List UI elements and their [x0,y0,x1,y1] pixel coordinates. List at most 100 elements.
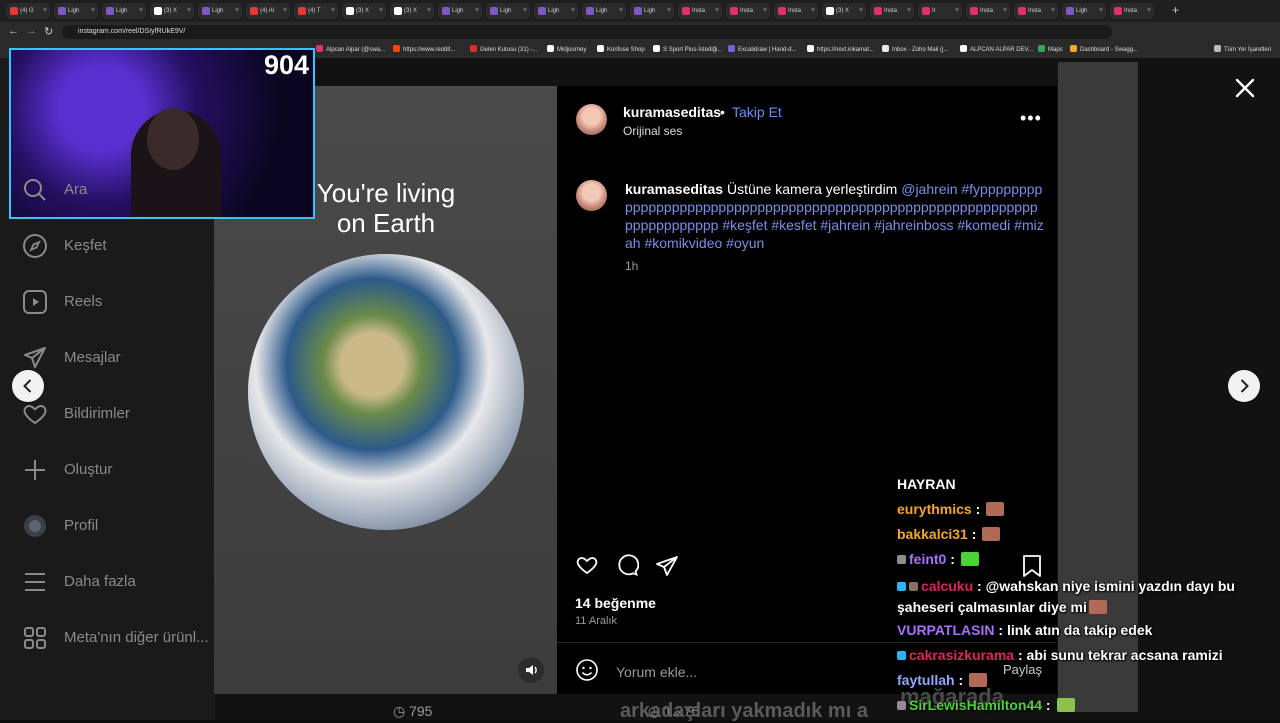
tab-close-icon[interactable]: × [619,3,623,19]
tab-close-icon[interactable]: × [1003,3,1007,19]
browser-tab[interactable]: (3) X × [342,3,386,19]
browser-tab[interactable]: Insta × [870,3,914,19]
tab-close-icon[interactable]: × [763,3,767,19]
sidebar-item-apps[interactable]: Meta'nın diğer ürünl... [22,624,212,652]
caption-mention[interactable]: @jahrein [901,181,957,197]
close-icon[interactable] [1233,76,1257,100]
browser-tab[interactable]: (4) T × [294,3,338,19]
browser-tab[interactable]: Ligh × [102,3,146,19]
caption-username[interactable]: kuramaseditas [625,181,723,197]
tab-close-icon[interactable]: × [955,3,959,19]
tab-close-icon[interactable]: × [139,3,143,19]
bookmark-item[interactable]: Konfuse Shop [597,45,645,53]
tab-close-icon[interactable]: × [1099,3,1103,19]
tab-close-icon[interactable]: × [523,3,527,19]
browser-tab[interactable]: Ir × [918,3,962,19]
sidebar-item-heart[interactable]: Bildirimler [22,400,212,428]
browser-tab[interactable]: Insta × [966,3,1010,19]
audio-label[interactable]: Orijinal ses [623,124,682,138]
tab-close-icon[interactable]: × [811,3,815,19]
new-tab-icon[interactable]: + [1172,3,1179,17]
tab-close-icon[interactable]: × [235,3,239,19]
browser-tab[interactable]: (4) G × [6,3,50,19]
bookmark-item[interactable]: https://www.reddit... [393,45,455,53]
apps-icon [24,627,46,649]
caption-avatar[interactable] [576,180,607,211]
browser-tab[interactable]: Insta × [726,3,770,19]
browser-tab[interactable]: Ligh × [54,3,98,19]
like-count[interactable]: 14 beğenme [575,595,656,611]
browser-tab[interactable]: Insta × [774,3,818,19]
sidebar-item-compass[interactable]: Keşfet [22,232,212,260]
bookmark-item[interactable]: Dashboard - Swagg... [1070,45,1138,53]
tab-favicon-icon [106,7,114,15]
tab-close-icon[interactable]: × [43,3,47,19]
browser-tab[interactable]: Ligh × [438,3,482,19]
sidebar-item-messages[interactable]: Mesajlar [22,344,212,372]
tab-close-icon[interactable]: × [427,3,431,19]
author-avatar[interactable] [576,104,607,135]
bookmark-item[interactable]: Excalidraw | Hand-d... [728,45,797,53]
follow-button[interactable]: Takip Et [732,104,782,120]
reel-views-left[interactable]: ◷ 795 [393,703,432,720]
author-username[interactable]: kuramaseditas [623,104,721,120]
sidebar-item-search[interactable]: Ara [22,176,212,204]
tab-close-icon[interactable]: × [571,3,575,19]
like-heart-icon[interactable] [575,553,599,577]
emoji-icon[interactable] [575,658,599,682]
tab-close-icon[interactable]: × [667,3,671,19]
browser-tab[interactable]: Ligh × [582,3,626,19]
next-reel-button[interactable] [1228,370,1260,402]
reload-icon[interactable]: ↻ [44,25,53,38]
browser-tab[interactable]: Insta × [1014,3,1058,19]
browser-tab[interactable]: Insta × [1110,3,1154,19]
url-bar[interactable]: instagram.com/reel/DSIyfRUkE9V/ [62,25,1112,39]
sidebar-item-plus[interactable]: Oluştur [22,456,212,484]
bookmark-item[interactable]: https://next.inkamat... [807,45,874,53]
tab-close-icon[interactable]: × [331,3,335,19]
browser-tab[interactable]: Ligh × [198,3,242,19]
tab-close-icon[interactable]: × [907,3,911,19]
bookmark-item[interactable]: ALPCAN ALPAR DEV... [960,45,1033,53]
browser-tab[interactable]: (3) X × [822,3,866,19]
sidebar-item-profile[interactable]: Profil [22,512,212,540]
bookmark-item[interactable]: Gelen Kutusu (31) -... [470,45,537,53]
tab-close-icon[interactable]: × [379,3,383,19]
browser-tab[interactable]: Ligh × [1062,3,1106,19]
forward-icon[interactable]: → [26,25,37,37]
bookmark-item[interactable]: Alpcan Alpar (@swa... [316,45,385,53]
more-options-icon[interactable]: ••• [1020,108,1042,129]
comment-input[interactable] [614,661,918,683]
sidebar-item-menu[interactable]: Daha fazla [22,568,212,596]
tab-close-icon[interactable]: × [283,3,287,19]
browser-tab[interactable]: Ligh × [534,3,578,19]
browser-tab[interactable]: (3) X × [390,3,434,19]
back-icon[interactable]: ← [8,25,19,37]
previous-reel-button[interactable] [12,370,44,402]
tab-close-icon[interactable]: × [715,3,719,19]
browser-tab[interactable]: (3) X × [150,3,194,19]
tab-close-icon[interactable]: × [1147,3,1151,19]
tab-close-icon[interactable]: × [91,3,95,19]
sidebar-item-reels[interactable]: Reels [22,288,212,316]
tab-close-icon[interactable]: × [859,3,863,19]
bookmark-icon[interactable] [1021,554,1043,578]
browser-tab[interactable]: Insta × [678,3,722,19]
bookmark-item[interactable]: Midjourney [547,45,586,53]
share-send-icon[interactable] [655,554,679,578]
chat-badge-icon [909,582,918,591]
browser-tab[interactable]: Ligh × [486,3,530,19]
mute-button[interactable] [518,657,544,683]
separator-dot: • [720,104,725,120]
bookmark-item[interactable]: S Sport Plus-İstediği... [653,45,722,53]
share-label[interactable]: Paylaş [1003,662,1042,677]
browser-tab[interactable]: Ligh × [630,3,674,19]
tab-close-icon[interactable]: × [1051,3,1055,19]
bookmark-item[interactable]: Inbox - Zoho Mail (j... [882,45,948,53]
tab-close-icon[interactable]: × [475,3,479,19]
comment-icon[interactable] [615,553,639,577]
all-bookmarks[interactable]: Tüm Yer İşaretleri [1214,45,1271,53]
browser-tab[interactable]: (4) Al × [246,3,290,19]
tab-close-icon[interactable]: × [187,3,191,19]
bookmark-item[interactable]: Maps [1038,45,1063,53]
